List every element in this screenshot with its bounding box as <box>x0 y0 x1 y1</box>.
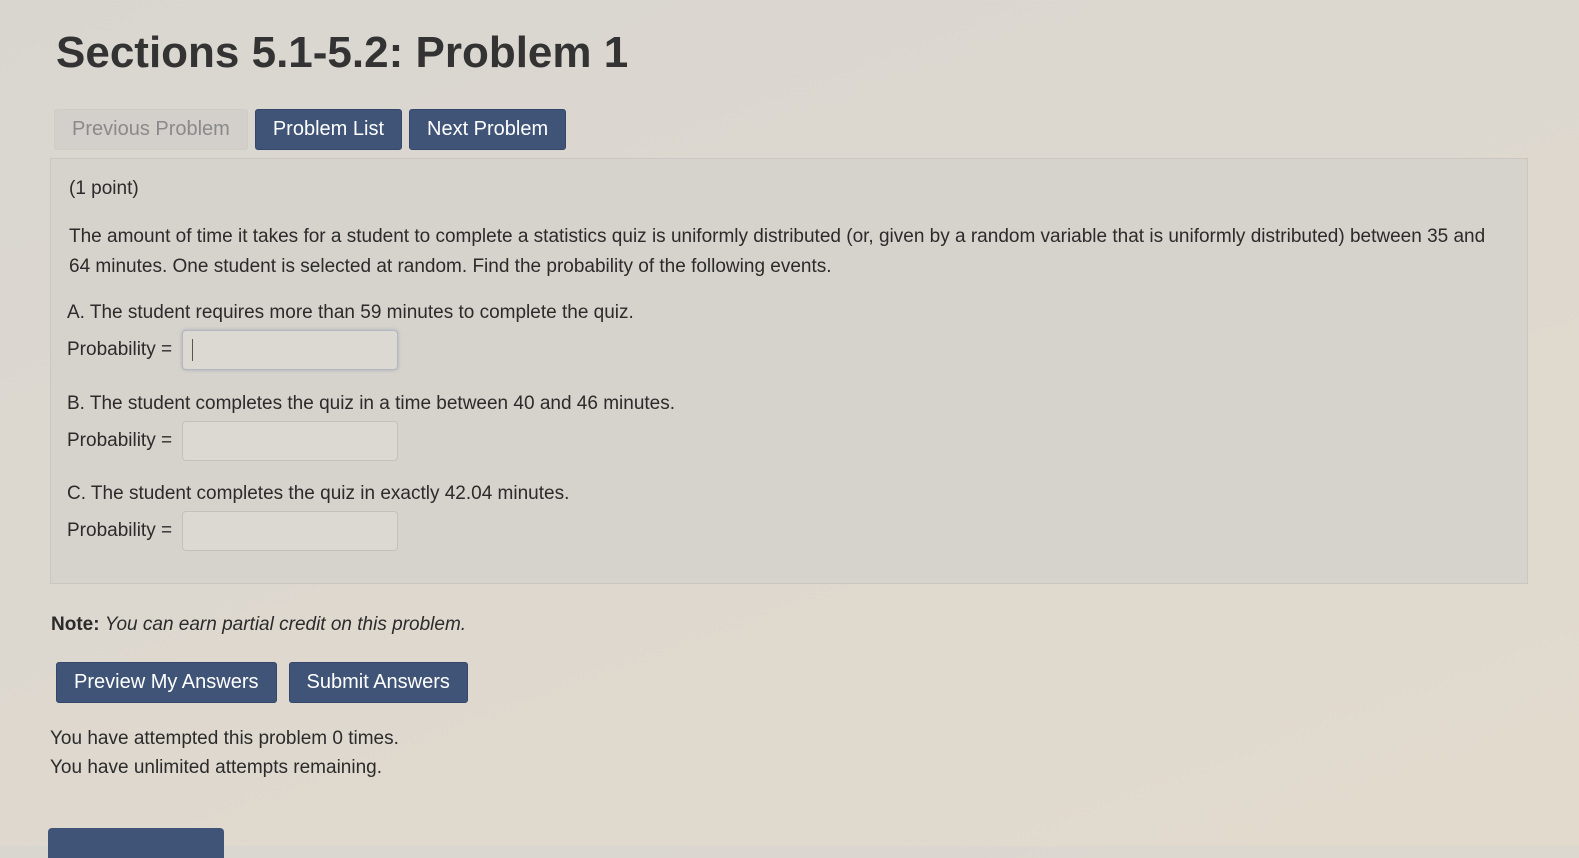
part-c-answer-row: Probability = <box>67 511 569 551</box>
part-a-probability-label: Probability = <box>67 339 173 360</box>
page-title: Sections 5.1-5.2: Problem 1 <box>56 28 629 77</box>
note-label: Note: <box>51 614 100 635</box>
part-a-input-wrapper <box>182 330 399 370</box>
problem-points: (1 point) <box>69 178 139 199</box>
submit-answers-button[interactable]: Submit Answers <box>288 662 468 703</box>
problem-navigation: Previous Problem Problem List Next Probl… <box>54 109 567 150</box>
part-a: A. The student requires more than 59 min… <box>67 298 634 370</box>
part-c: C. The student completes the quiz in exa… <box>67 479 569 551</box>
next-problem-button[interactable]: Next Problem <box>409 109 567 150</box>
part-b-answer-input[interactable] <box>182 421 399 461</box>
part-b-question: B. The student completes the quiz in a t… <box>67 393 676 414</box>
part-c-answer-input[interactable] <box>182 511 399 551</box>
problem-statement: The amount of time it takes for a studen… <box>69 226 1486 277</box>
partial-credit-note: Note: You can earn partial credit on thi… <box>51 614 466 636</box>
problem-body: (1 point) The amount of time it takes fo… <box>50 158 1528 584</box>
attempts-remaining: You have unlimited attempts remaining. <box>50 757 382 778</box>
preview-answers-button[interactable]: Preview My Answers <box>56 662 277 703</box>
part-c-probability-label: Probability = <box>67 520 173 541</box>
part-b: B. The student completes the quiz in a t… <box>67 389 675 461</box>
part-a-answer-row: Probability = <box>67 330 634 370</box>
previous-problem-button[interactable]: Previous Problem <box>54 109 248 150</box>
text-caret <box>192 339 194 361</box>
problem-list-button[interactable]: Problem List <box>254 109 402 150</box>
note-text: You can earn partial credit on this prob… <box>104 614 467 635</box>
partially-visible-button[interactable] <box>48 828 224 858</box>
part-c-question: C. The student completes the quiz in exa… <box>67 483 570 504</box>
attempts-count: You have attempted this problem 0 times. <box>50 728 399 749</box>
part-b-answer-row: Probability = <box>67 421 675 461</box>
part-a-question: A. The student requires more than 59 min… <box>67 302 634 323</box>
answer-actions: Preview My Answers Submit Answers <box>56 662 468 703</box>
part-b-probability-label: Probability = <box>67 430 173 451</box>
attempts-info: You have attempted this problem 0 times.… <box>50 724 399 782</box>
part-a-answer-input[interactable] <box>182 330 399 370</box>
